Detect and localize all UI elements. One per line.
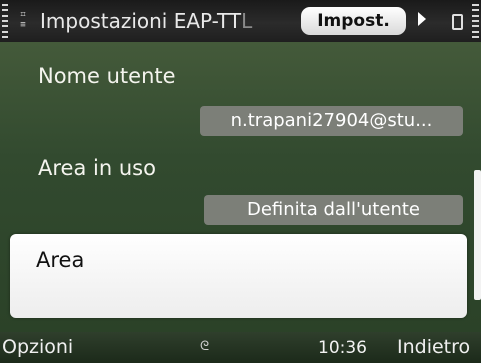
chevron-right-icon[interactable] bbox=[418, 12, 426, 26]
signal-strength-icon bbox=[2, 4, 8, 38]
scrollbar[interactable] bbox=[474, 170, 481, 300]
clock: 10:36 bbox=[318, 338, 367, 358]
tab-settings[interactable]: Impost. bbox=[301, 7, 406, 35]
realm-in-use-label: Area in uso bbox=[38, 156, 156, 180]
username-label: Nome utente bbox=[38, 64, 176, 88]
back-softkey[interactable]: Indietro bbox=[397, 336, 470, 358]
title-faded-tail: L bbox=[241, 9, 253, 33]
options-softkey[interactable]: Opzioni bbox=[2, 336, 73, 358]
realm-list-item[interactable]: Area bbox=[10, 234, 467, 318]
realm-in-use-field[interactable]: Definita dall'utente bbox=[204, 195, 463, 225]
app-icon: ⌗ ≡ bbox=[20, 10, 26, 30]
softkey-bar: Opzioni ᘓ 10:36 Indietro bbox=[0, 332, 481, 363]
realm-label: Area bbox=[36, 248, 85, 272]
connection-icon: ᘓ bbox=[200, 339, 210, 354]
battery-icon bbox=[452, 14, 463, 30]
battery-level-icon bbox=[472, 4, 479, 38]
username-field[interactable]: n.trapani27904@stu... bbox=[200, 106, 463, 136]
title-bar: ⌗ ≡ Impostazioni EAP-TTL Impost. bbox=[0, 0, 481, 42]
page-title: Impostazioni EAP-TTL bbox=[40, 6, 302, 36]
title-main: Impostazioni EAP-TT bbox=[40, 9, 242, 33]
settings-list: Nome utente n.trapani27904@stu... Area i… bbox=[0, 42, 481, 332]
